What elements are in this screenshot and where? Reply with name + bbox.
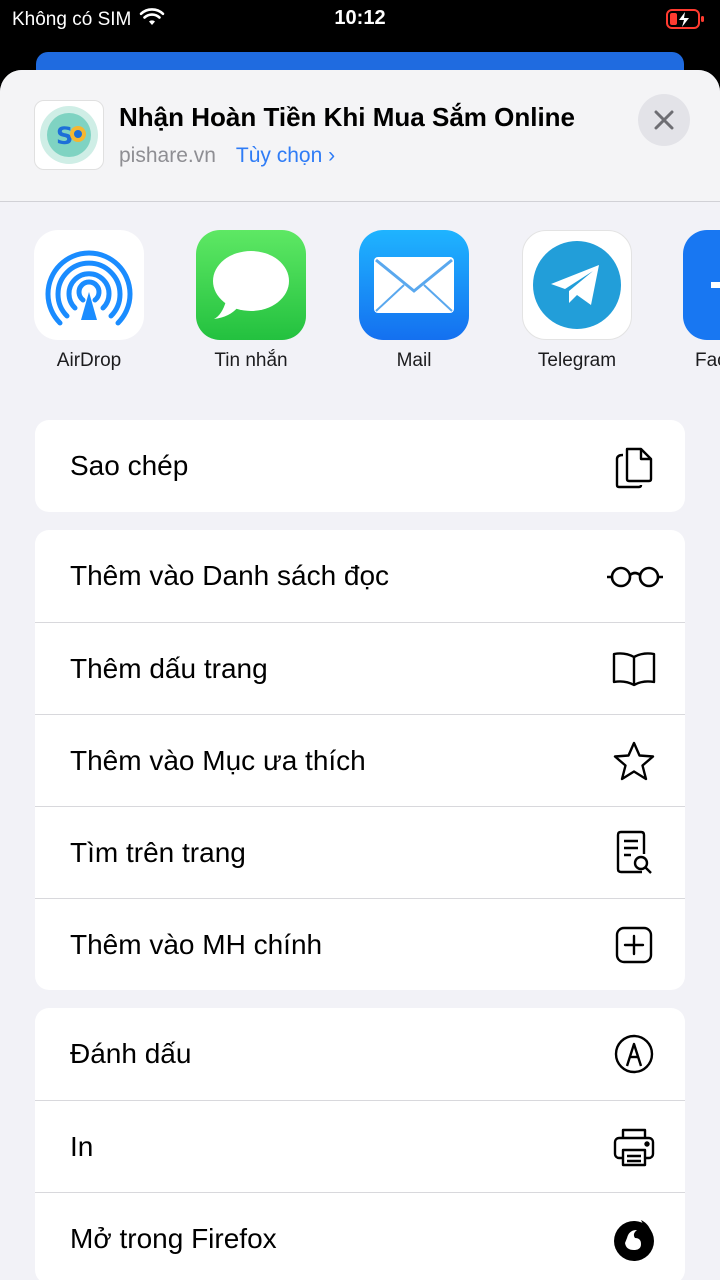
close-icon <box>654 110 674 130</box>
app-label: Fac <box>695 350 720 371</box>
action-add-home-screen[interactable]: Thêm vào MH chính <box>35 898 685 990</box>
app-airdrop[interactable]: AirDrop <box>33 230 145 372</box>
mail-icon <box>359 230 469 340</box>
book-icon <box>611 646 657 692</box>
action-add-bookmark[interactable]: Thêm dấu trang <box>35 622 685 714</box>
page-title: Nhận Hoàn Tiền Khi Mua Sắm Online <box>119 102 576 132</box>
facebook-icon <box>683 230 720 340</box>
action-add-reading-list[interactable]: Thêm vào Danh sách đọc <box>35 530 685 622</box>
battery-icon <box>666 8 706 36</box>
app-share-row: AirDrop Tin nhắn Mail Telegram Fa <box>0 230 720 380</box>
app-facebook[interactable]: Fac <box>683 230 720 372</box>
options-link[interactable]: Tùy chọn › <box>236 144 335 168</box>
action-find-on-page[interactable]: Tìm trên trang <box>35 806 685 898</box>
action-label: Thêm dấu trang <box>70 652 268 684</box>
telegram-icon <box>522 230 632 340</box>
share-header: S Nhận Hoàn Tiền Khi Mua Sắm Online pish… <box>0 70 720 202</box>
site-domain: pishare.vn <box>119 144 216 167</box>
site-subtitle: pishare.vn Tùy chọn › <box>119 144 335 168</box>
action-label: Mở trong Firefox <box>70 1222 277 1254</box>
action-print[interactable]: In <box>35 1100 685 1192</box>
action-label: Sao chép <box>70 450 189 481</box>
app-label: Telegram <box>537 350 617 371</box>
app-telegram[interactable]: Telegram <box>521 230 633 372</box>
share-sheet: S Nhận Hoàn Tiền Khi Mua Sắm Online pish… <box>0 70 720 1280</box>
glasses-icon <box>605 553 665 599</box>
action-add-favorites[interactable]: Thêm vào Mục ưa thích <box>35 714 685 806</box>
action-open-firefox[interactable]: Mở trong Firefox <box>35 1192 685 1280</box>
copy-icon <box>611 443 657 489</box>
star-icon <box>611 738 657 784</box>
close-button[interactable] <box>638 94 690 146</box>
app-label: Tin nhắn <box>214 350 288 371</box>
app-label: Mail <box>396 350 432 371</box>
site-thumbnail: S <box>34 100 104 170</box>
action-label: Thêm vào Danh sách đọc <box>70 560 390 591</box>
status-bar: Không có SIM 10:12 <box>0 0 720 40</box>
printer-icon <box>611 1124 657 1170</box>
messages-icon <box>196 230 306 340</box>
action-label: Thêm vào MH chính <box>70 928 323 960</box>
app-messages[interactable]: Tin nhắn <box>195 230 307 372</box>
action-copy[interactable]: Sao chép <box>35 420 685 512</box>
action-label: Tìm trên trang <box>70 836 246 868</box>
action-group-more: Đánh dấu In Mở trong Firefox <box>35 1008 685 1280</box>
action-label: Đánh dấu <box>70 1038 192 1069</box>
app-label: AirDrop <box>56 350 122 371</box>
add-square-icon <box>611 922 657 968</box>
action-label: In <box>70 1130 94 1162</box>
status-time: 10:12 <box>334 7 386 29</box>
firefox-icon <box>611 1216 657 1262</box>
airdrop-icon <box>34 230 144 340</box>
action-label: Thêm vào Mục ưa thích <box>70 744 366 776</box>
action-group-copy: Sao chép <box>35 420 685 512</box>
app-mail[interactable]: Mail <box>358 230 470 372</box>
find-on-page-icon <box>611 830 657 876</box>
markup-icon <box>611 1031 657 1077</box>
action-markup[interactable]: Đánh dấu <box>35 1008 685 1100</box>
action-group-page: Thêm vào Danh sách đọc Thêm dấu trang Th… <box>35 530 685 990</box>
